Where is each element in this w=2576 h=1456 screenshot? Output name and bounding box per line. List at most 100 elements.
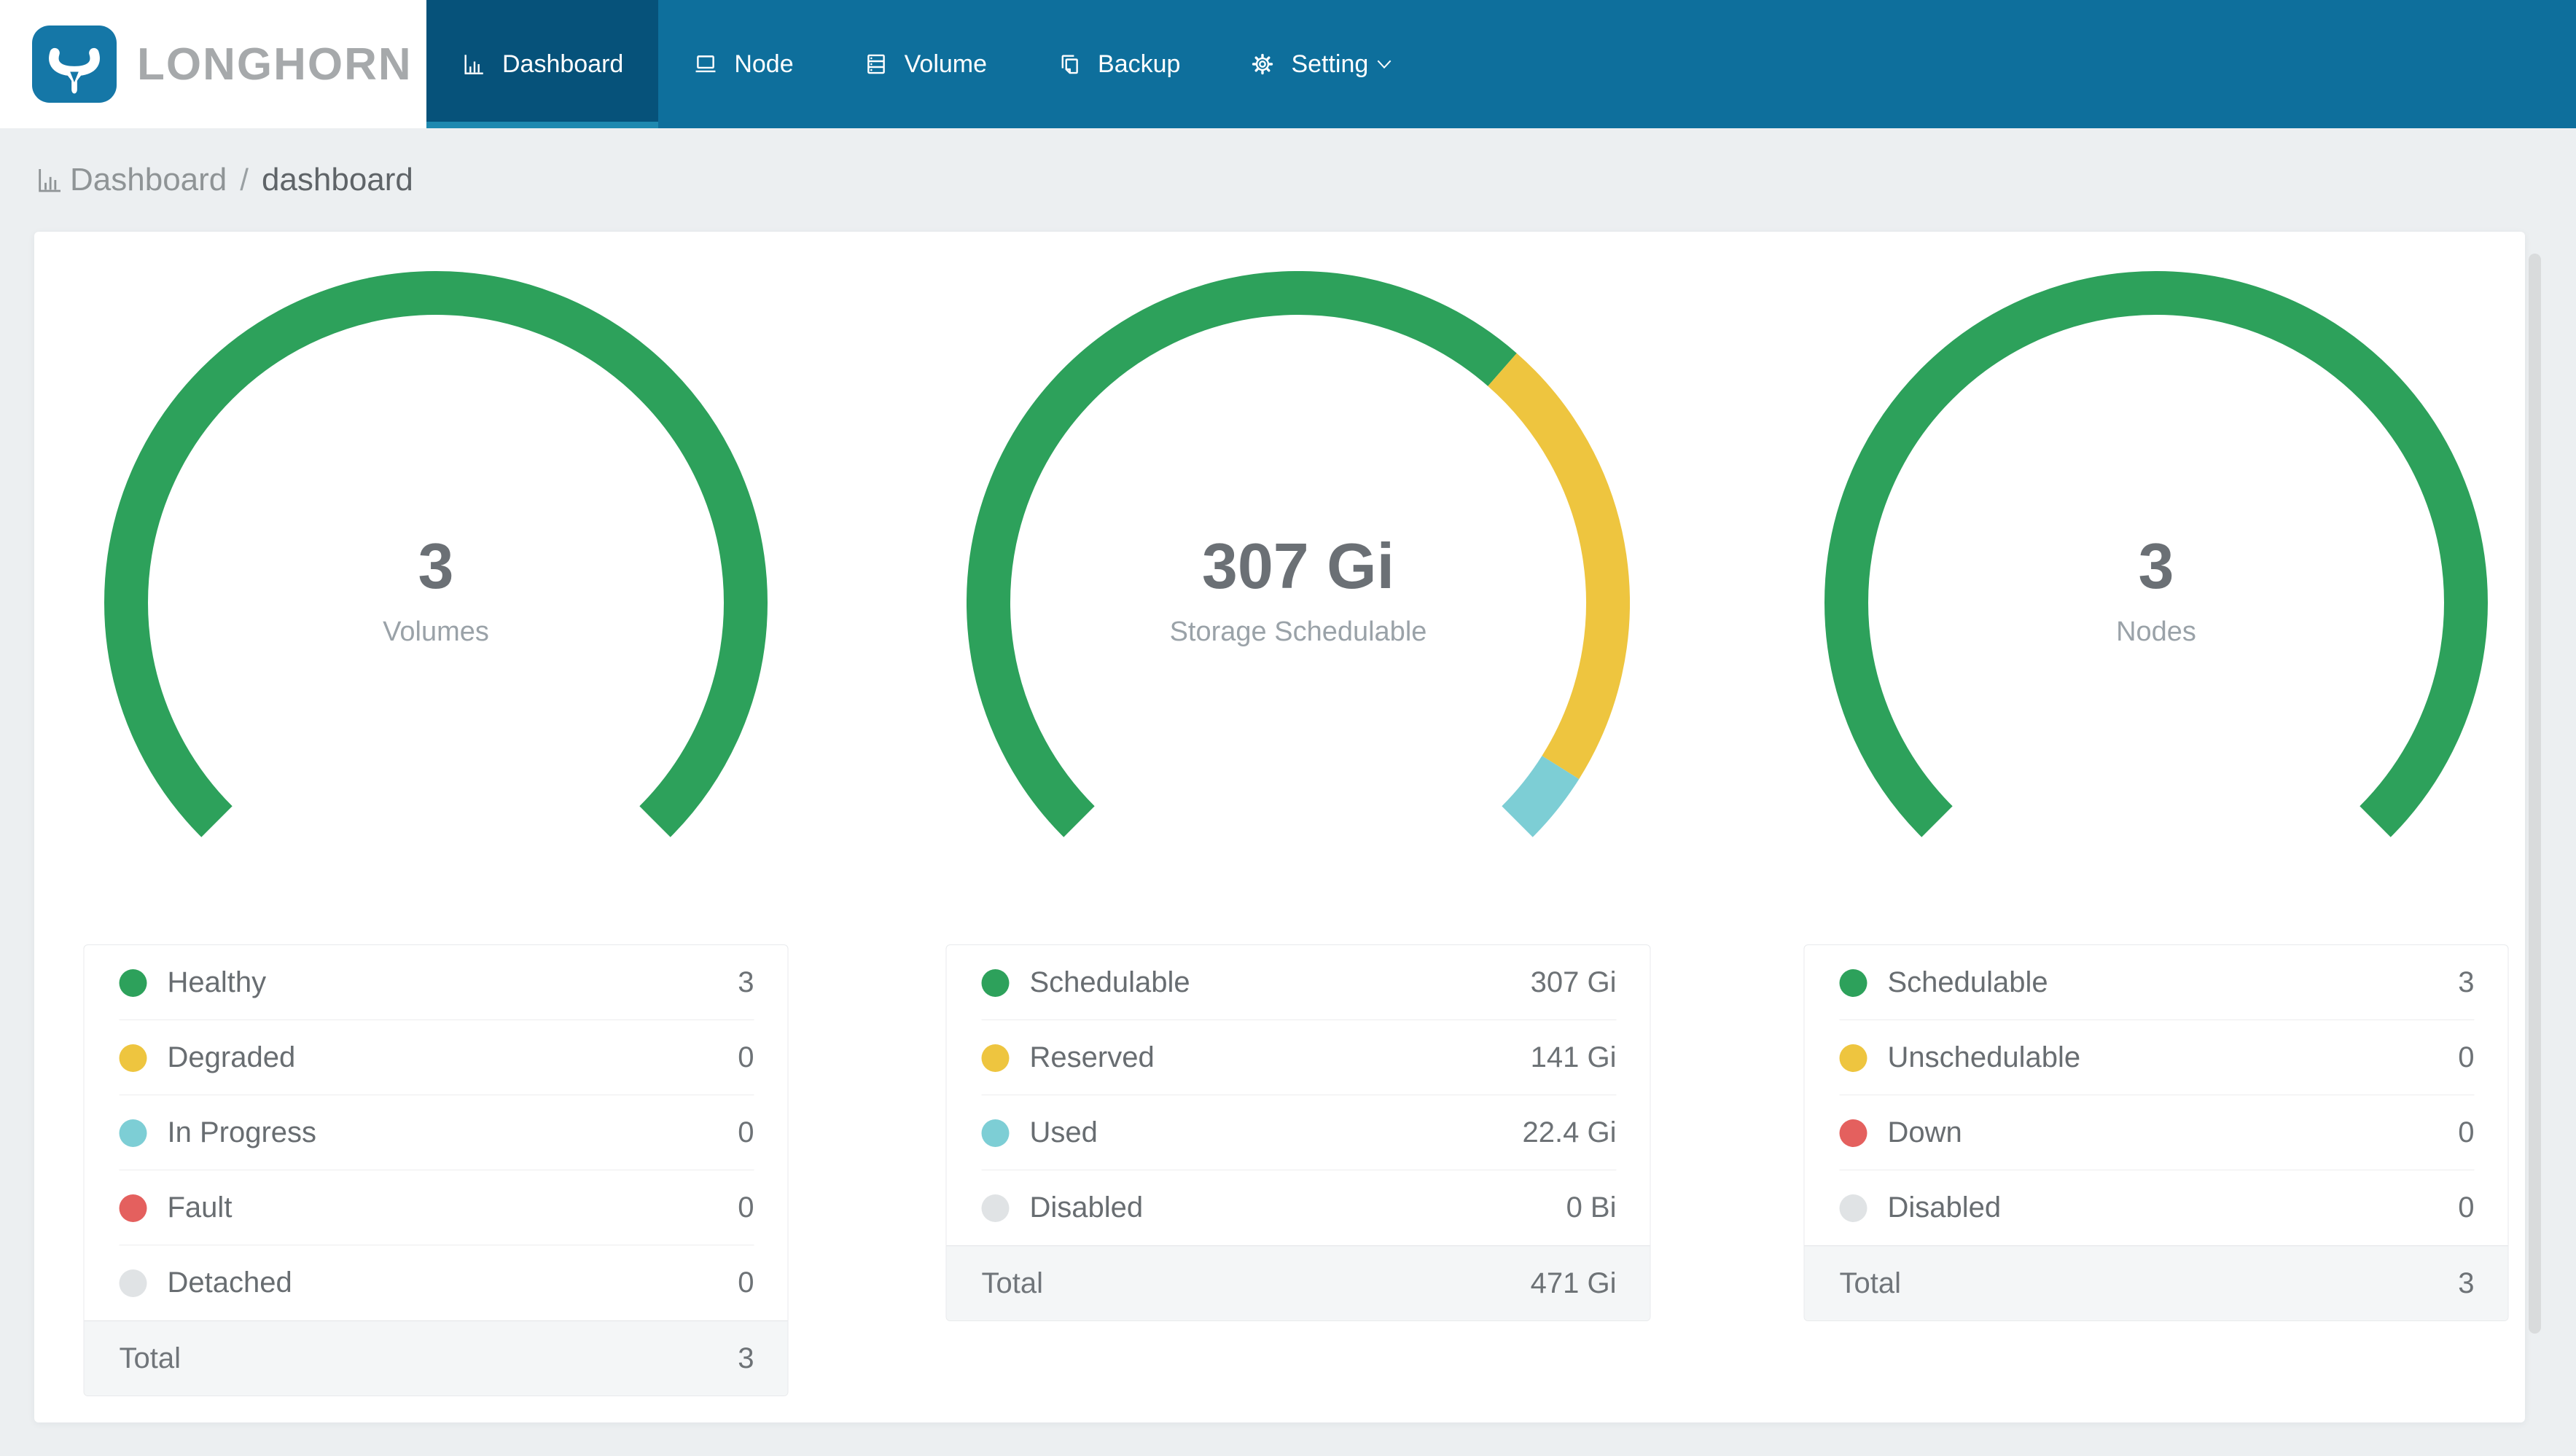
gauge-center-label: Nodes [2116,617,2196,647]
legend-label: Reserved [1029,1041,1155,1073]
gauge-center-label: Storage Schedulable [1169,617,1427,647]
legend-color-dot [981,1119,1010,1147]
chevron-down-icon [1373,52,1396,76]
top-nav: LONGHORN Dashboard Node Volume Backup Settin… [0,0,2576,128]
legend-label: In Progress [167,1116,317,1148]
breadcrumb-page: dashboard [261,162,413,197]
nav-item-backup[interactable]: Backup [1022,0,1215,128]
legend-value: 0 [2458,1191,2475,1224]
legend-color-dot [981,968,1010,997]
bar-chart-icon [461,52,486,77]
legend-label: Unschedulable [1887,1041,2081,1073]
legend-total-row: Total 3 [84,1320,788,1396]
legend-color-dot [119,1119,147,1147]
legend-color-dot [119,1194,147,1222]
legend-row: Schedulable 307 Gi [947,945,1650,1020]
gauge-center-value: 3 [2138,530,2174,602]
legend-total-value: 471 Gi [1530,1267,1617,1299]
legend-total-label: Total [1839,1267,1902,1299]
legend-value: 0 [738,1191,754,1224]
nodes-gauge: 3 Nodes [1824,271,2488,934]
legend-total-label: Total [119,1342,182,1374]
legend-value: 22.4 Gi [1522,1116,1617,1148]
legend-color-dot [1839,968,1867,997]
legend-label: Fault [167,1191,233,1224]
dashboard-card: 3 Volumes Healthy 3 Degraded 0 In Progress 0 F… [34,232,2525,1422]
legend-row: Schedulable 3 [1805,945,2508,1020]
nav-item-node[interactable]: Node [658,0,828,128]
legend-color-dot [1839,1044,1867,1072]
gear-icon [1250,52,1275,77]
legend-label: Detached [167,1267,292,1299]
legend-row: Degraded 0 [85,1020,788,1095]
legend-row: Fault 0 [85,1170,788,1245]
longhorn-bull-icon [32,26,117,103]
legend-value: 0 [738,1116,754,1148]
breadcrumb-separator: / [240,163,249,197]
storage-gauge: 307 Gi Storage Schedulable [967,271,1630,934]
nodes-legend-table: Schedulable 3 Unschedulable 0 Down 0 Disabled 0… [1803,944,2509,1321]
legend-value: 0 [2458,1041,2475,1073]
legend-label: Disabled [1887,1191,2002,1224]
nav-item-label: Node [734,50,794,78]
legend-color-dot [981,1044,1010,1072]
breadcrumb-section[interactable]: Dashboard [70,162,227,198]
legend-value: 0 [738,1267,754,1299]
legend-value: 307 Gi [1530,966,1617,998]
legend-row: In Progress 0 [85,1095,788,1170]
legend-row: Disabled 0 [1805,1170,2508,1245]
nav-item-volume[interactable]: Volume [829,0,1022,128]
legend-value: 0 [2458,1116,2475,1148]
legend-total-label: Total [981,1267,1044,1299]
main-nav: Dashboard Node Volume Backup Setting [426,0,1431,128]
legend-label: Schedulable [1029,966,1190,998]
nav-item-setting[interactable]: Setting [1215,0,1431,128]
legend-label: Used [1029,1116,1098,1148]
legend-value: 3 [738,966,754,998]
legend-row: Down 0 [1805,1095,2508,1170]
laptop-icon [693,52,718,77]
nodes-chart-column: 3 Nodes Schedulable 3 Unschedulable 0 Down 0 D… [1741,232,2572,1422]
legend-label: Schedulable [1887,966,2048,998]
legend-color-dot [119,1044,147,1072]
legend-label: Disabled [1029,1191,1144,1224]
legend-color-dot [1839,1119,1867,1147]
legend-row: Detached 0 [85,1245,788,1320]
legend-label: Degraded [167,1041,296,1073]
legend-total-value: 3 [2458,1267,2475,1299]
vertical-scrollbar-thumb[interactable] [2529,254,2541,1334]
legend-row: Reserved 141 Gi [947,1020,1650,1095]
nav-item-label: Backup [1098,50,1181,78]
legend-value: 3 [2458,966,2475,998]
legend-row: Unschedulable 0 [1805,1020,2508,1095]
bar-chart-icon [35,165,64,195]
nav-item-label: Volume [904,50,988,78]
breadcrumb: Dashboard / dashboard [35,128,413,232]
legend-row: Used 22.4 Gi [947,1095,1650,1170]
gauge-center-value: 3 [418,530,454,602]
legend-value: 0 Bi [1566,1191,1617,1224]
legend-label: Healthy [167,966,267,998]
storage-legend-table: Schedulable 307 Gi Reserved 141 Gi Used 22.4 … [945,944,1651,1321]
gauge-center-label: Volumes [383,617,489,647]
volumes-gauge: 3 Volumes [104,271,768,934]
database-icon [864,52,889,77]
logo[interactable]: LONGHORN [0,0,426,128]
legend-label: Down [1887,1116,1962,1148]
legend-row: Healthy 3 [85,945,788,1020]
longhorn-dashboard-screen: LONGHORN Dashboard Node Volume Backup Settin… [0,0,2576,1456]
legend-total-row: Total 471 Gi [946,1245,1650,1320]
legend-value: 141 Gi [1530,1041,1617,1073]
legend-total-row: Total 3 [1804,1245,2508,1320]
nav-item-dashboard[interactable]: Dashboard [426,0,659,128]
legend-color-dot [1839,1194,1867,1222]
legend-row: Disabled 0 Bi [947,1170,1650,1245]
legend-color-dot [119,1269,147,1297]
nav-item-label: Setting [1291,50,1369,78]
brand-name: LONGHORN [137,39,413,90]
legend-total-value: 3 [738,1342,754,1374]
legend-color-dot [119,968,147,997]
nav-item-label: Dashboard [502,50,624,78]
gauge-center-value: 307 Gi [1201,530,1395,602]
volumes-chart-column: 3 Volumes Healthy 3 Degraded 0 In Progress 0 F… [20,232,851,1422]
